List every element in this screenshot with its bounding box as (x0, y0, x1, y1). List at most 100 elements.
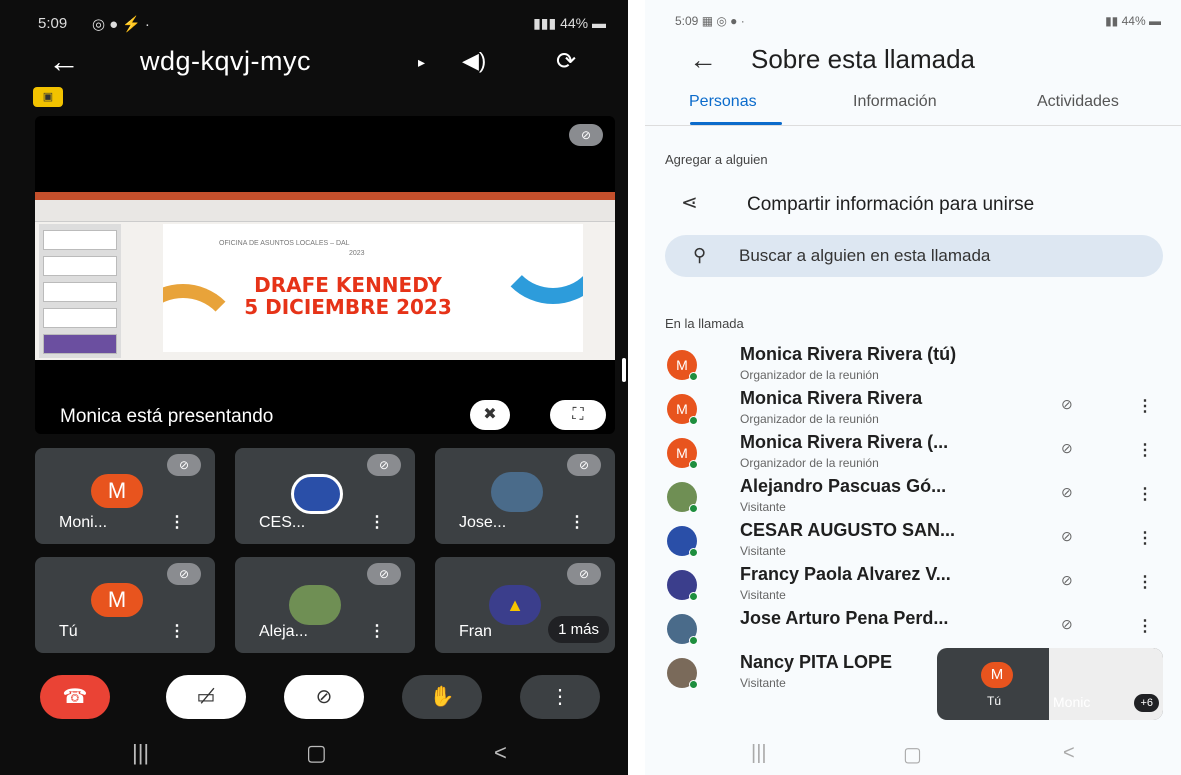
speaker-icon[interactable]: ◀) (462, 48, 486, 74)
participant-menu-icon[interactable]: ⋮ (1137, 396, 1153, 416)
avatar: M (91, 583, 143, 617)
share-icon: ⋖ (681, 192, 698, 214)
tile-menu-icon[interactable]: ⋮ (169, 621, 185, 641)
presenter-mic-off-icon: ⊘ (569, 124, 603, 146)
back-nav-icon[interactable]: < (494, 740, 507, 766)
slide-headline: DRAFE KENNEDY 5 DICIEMBRE 2023 (223, 274, 473, 318)
tile-name: Aleja... (259, 623, 308, 640)
scroll-indicator (622, 358, 626, 382)
status-time: 5:09 ▦ ◎ ● · (675, 14, 745, 28)
slide-headline-line1: DRAFE KENNEDY (254, 273, 442, 297)
online-status-icon (689, 680, 698, 689)
page-title: Sobre esta llamada (751, 44, 976, 74)
slide-thumbnail (43, 334, 117, 354)
status-time: 5:09 (38, 15, 68, 32)
search-icon: ⚲ (693, 245, 707, 265)
slide-thumbnail (43, 230, 117, 250)
mic-off-icon: ⊘ (1061, 528, 1073, 544)
home-nav-icon[interactable]: ▢ (306, 740, 327, 766)
more-options-button[interactable]: ⋮ (520, 675, 600, 719)
more-participants-badge[interactable]: 1 más (548, 616, 609, 643)
participant-menu-icon[interactable]: ⋮ (1137, 484, 1153, 504)
caret-right-icon[interactable]: ▸ (418, 54, 425, 71)
online-status-icon (689, 548, 698, 557)
back-arrow-icon[interactable]: ← (689, 44, 717, 76)
mic-off-icon: ⊘ (1061, 616, 1073, 632)
status-right: ▮▮▮ 44% ▬ (533, 15, 606, 32)
raise-hand-button[interactable]: ✋ (402, 675, 482, 719)
participant-tile[interactable]: ⊘ M Tú ⋮ (35, 557, 215, 653)
tile-name: CES... (259, 514, 306, 531)
participant-row[interactable]: M Monica Rivera Rivera Organizador de la r… (665, 388, 1165, 430)
share-join-info-button[interactable]: ⋖ Compartir información para unirse (665, 190, 1165, 220)
battery-icon: ▬ (588, 15, 606, 31)
mic-toggle-button[interactable]: ⊘ (284, 675, 364, 719)
tile-name: Moni... (59, 514, 108, 531)
tab-informacion[interactable]: Información (853, 93, 937, 111)
meeting-code[interactable]: wdg-kqvj-myc (140, 46, 311, 77)
notification-icon: ● (109, 16, 123, 33)
tab-divider (645, 125, 1181, 126)
home-nav-icon[interactable]: ▢ (903, 742, 922, 767)
slide-headline-line2: 5 DICIEMBRE 2023 (244, 295, 452, 319)
participant-row[interactable]: CESAR AUGUSTO SAN... Visitante ⊘ ⋮ (665, 520, 1165, 562)
fullscreen-icon[interactable]: ⛶ (550, 400, 606, 430)
participant-role: Visitante (740, 676, 786, 690)
participant-role: Organizador de la reunión (740, 456, 879, 470)
end-call-button[interactable]: ☎ (40, 675, 110, 719)
slide-year-small: 2023 (349, 250, 365, 257)
mic-off-icon: ⊘ (567, 454, 601, 476)
online-status-icon (689, 636, 698, 645)
search-placeholder: Buscar a alguien en esta llamada (739, 246, 991, 265)
participant-name: Francy Paola Alvarez V... (740, 564, 951, 584)
switch-camera-icon[interactable]: ⟳ (556, 47, 576, 76)
avatar (491, 472, 543, 512)
participant-row[interactable]: M Monica Rivera Rivera (... Organizador de… (665, 432, 1165, 474)
participant-menu-icon[interactable]: ⋮ (1137, 572, 1153, 592)
participant-tile[interactable]: ⊘ M Moni... ⋮ (35, 448, 215, 544)
participant-tile[interactable]: ⊘ Aleja... ⋮ (235, 557, 415, 653)
participant-name: Jose Arturo Pena Perd... (740, 608, 949, 628)
participant-menu-icon[interactable]: ⋮ (1137, 616, 1153, 636)
mute-presenter-icon[interactable]: ✖ (470, 400, 510, 430)
participant-row[interactable]: Alejandro Pascuas Gó... Visitante ⊘ ⋮ (665, 476, 1165, 518)
participant-row[interactable]: Jose Arturo Pena Perd... ⊘ ⋮ (665, 608, 1165, 650)
camera-toggle-button[interactable]: ▭̸ (166, 675, 246, 719)
participant-menu-icon[interactable]: ⋮ (1137, 440, 1153, 460)
search-input[interactable]: ⚲ Buscar a alguien en esta llamada (665, 235, 1163, 277)
slide-thumbnail (43, 256, 117, 276)
recents-nav-icon[interactable]: ||| (751, 742, 767, 765)
participant-tile[interactable]: ⊘ Jose... ⋮ (435, 448, 615, 544)
tile-menu-icon[interactable]: ⋮ (169, 512, 185, 532)
mic-off-icon: ⊘ (1061, 572, 1073, 588)
participant-name: CESAR AUGUSTO SAN... (740, 520, 956, 540)
slide-thumbnails (39, 224, 121, 358)
mic-off-icon: ⊘ (167, 563, 201, 585)
participant-row[interactable]: M Monica Rivera Rivera (tú) Organizador de… (665, 344, 1165, 386)
recording-badge-icon[interactable]: ▣ (33, 87, 63, 107)
tab-actividades[interactable]: Actividades (1037, 93, 1119, 111)
participant-row[interactable]: Francy Paola Alvarez V... Visitante ⊘ ⋮ (665, 564, 1165, 606)
tab-personas[interactable]: Personas (689, 93, 757, 111)
back-arrow-icon[interactable]: ← (48, 44, 80, 78)
recents-nav-icon[interactable]: ||| (132, 740, 149, 766)
tile-menu-icon[interactable]: ⋮ (569, 512, 585, 532)
slide-thumbnail (43, 308, 117, 328)
back-nav-icon[interactable]: < (1063, 742, 1075, 765)
shared-slide: OFICINA DE ASUNTOS LOCALES – DAL 2023 DR… (35, 192, 615, 360)
mic-off-icon: ⊘ (315, 686, 333, 708)
participant-role: Visitante (740, 500, 786, 514)
tile-menu-icon[interactable]: ⋮ (369, 621, 385, 641)
camera-off-icon: ▭̸ (196, 686, 216, 708)
participant-menu-icon[interactable]: ⋮ (1137, 528, 1153, 548)
participant-tile[interactable]: ⊘ ▲ Fran 1 más (435, 557, 615, 653)
online-status-icon (689, 504, 698, 513)
call-details-screen: 5:09 ▦ ◎ ● · ▮▮ 44% ▬ ← Sobre esta llama… (645, 0, 1181, 775)
participant-name: Monica Rivera Rivera (740, 388, 923, 408)
tile-menu-icon[interactable]: ⋮ (369, 512, 385, 532)
participant-tile[interactable]: ⊘ CES... ⋮ (235, 448, 415, 544)
picture-in-picture[interactable]: M Tú Monic +6 (937, 648, 1163, 720)
slide-thumbnail (43, 282, 117, 302)
dot-icon: · (144, 16, 154, 33)
participant-role: Visitante (740, 544, 786, 558)
